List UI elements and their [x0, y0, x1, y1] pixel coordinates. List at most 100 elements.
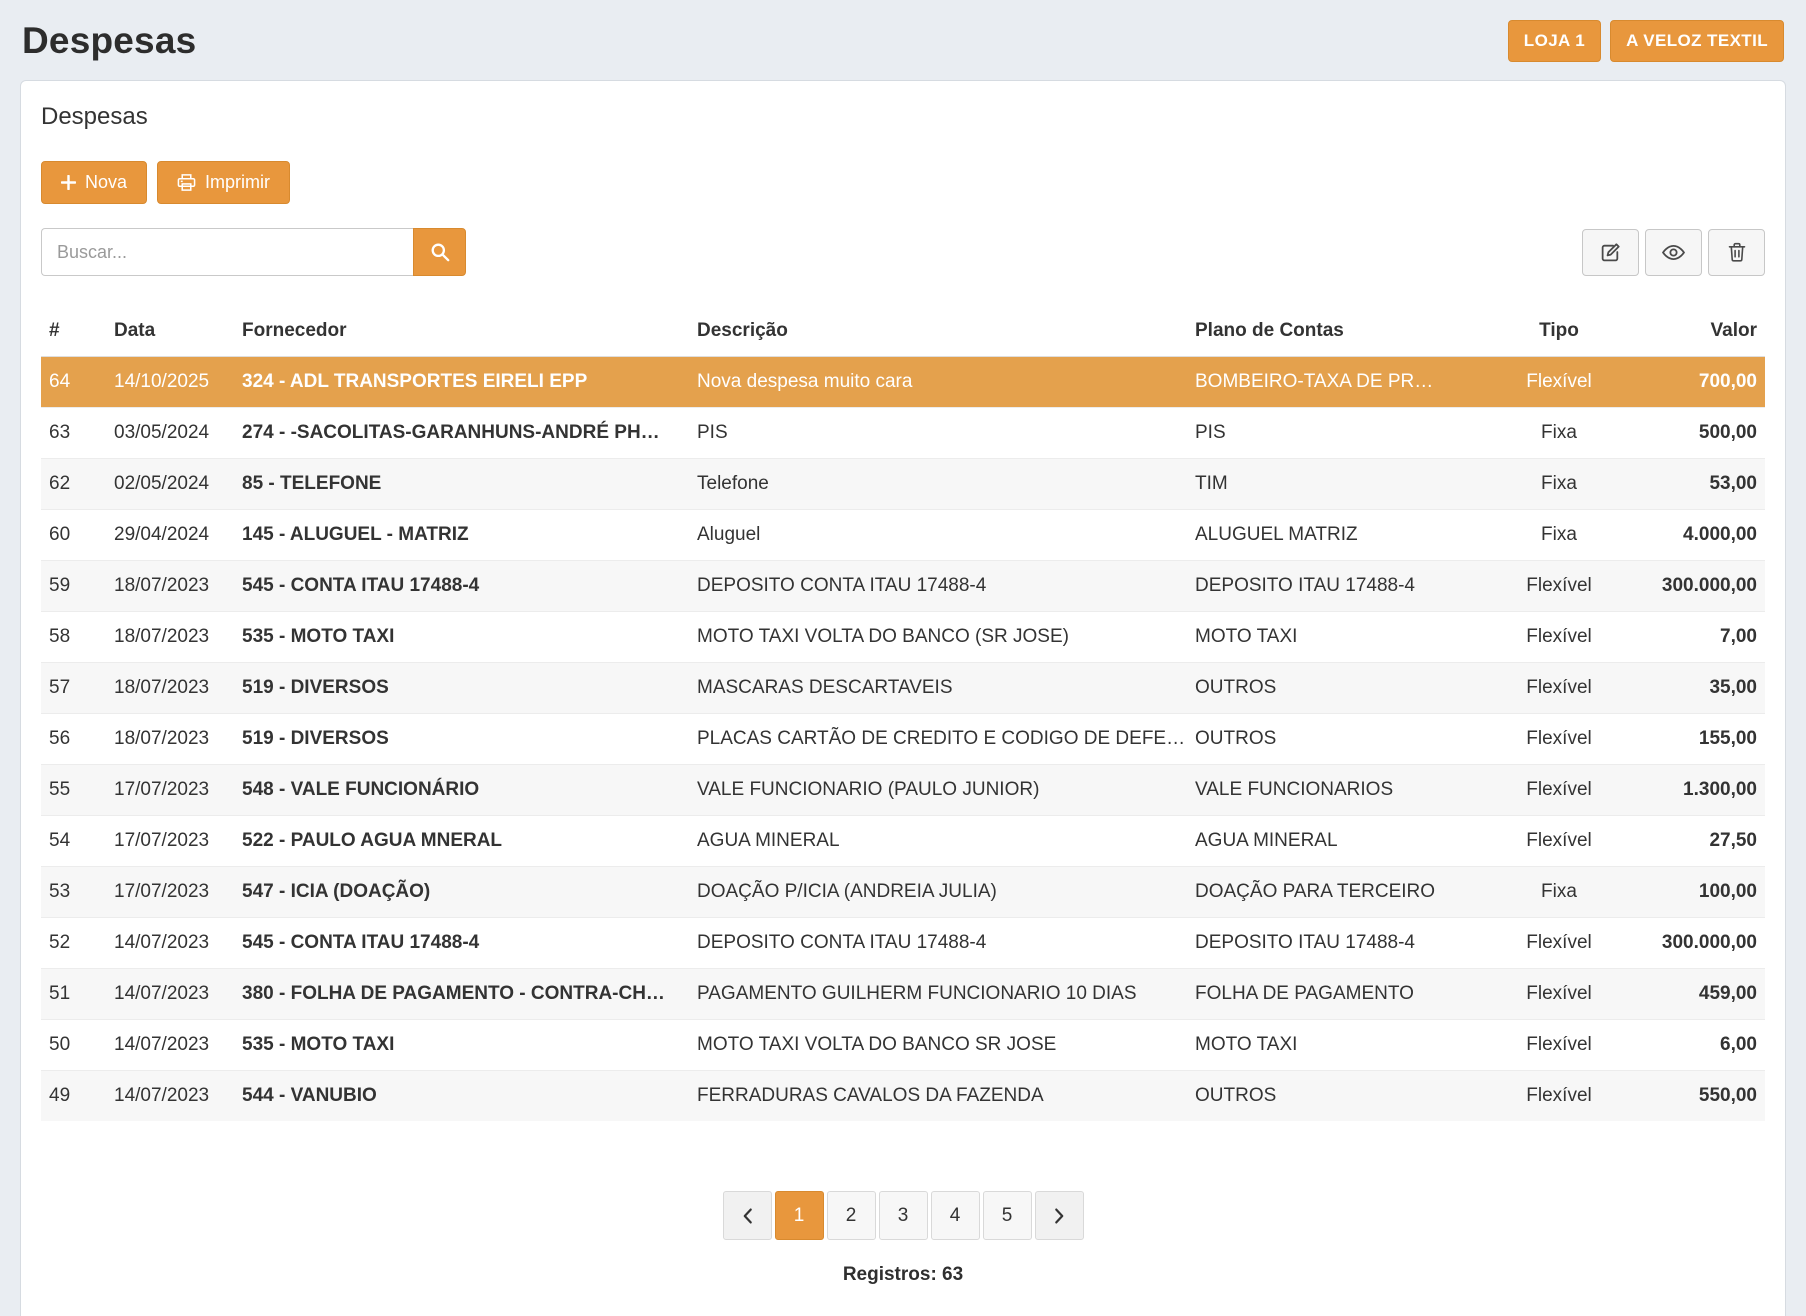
cell-data: 17/07/2023: [106, 765, 234, 816]
column-header-fornecedor: Fornecedor: [234, 308, 689, 357]
pagination-page-4[interactable]: 4: [931, 1191, 980, 1240]
cell-data: 17/07/2023: [106, 816, 234, 867]
cell-id: 50: [41, 1020, 106, 1071]
table-row[interactable]: 5214/07/2023545 - CONTA ITAU 17488-4DEPO…: [41, 918, 1765, 969]
pagination-page-3[interactable]: 3: [879, 1191, 928, 1240]
cell-tipo: Flexível: [1485, 1071, 1633, 1122]
cell-valor: 53,00: [1633, 459, 1765, 510]
eye-icon: [1662, 244, 1685, 261]
edit-button[interactable]: [1582, 229, 1639, 276]
table-row[interactable]: 6202/05/202485 - TELEFONETelefoneTIMFixa…: [41, 459, 1765, 510]
cell-descricao: Nova despesa muito cara: [689, 357, 1187, 408]
view-button[interactable]: [1645, 229, 1702, 276]
records-count: Registros: 63: [41, 1264, 1765, 1286]
cell-fornecedor: 545 - CONTA ITAU 17488-4: [234, 561, 689, 612]
cell-fornecedor: 519 - DIVERSOS: [234, 714, 689, 765]
pagination-prev-button[interactable]: [723, 1191, 772, 1240]
top-bar: Despesas LOJA 1 A VELOZ TEXTIL: [20, 0, 1786, 80]
cell-descricao: DEPOSITO CONTA ITAU 17488-4: [689, 561, 1187, 612]
pagination: 12345: [41, 1191, 1765, 1240]
cell-plano-de-contas: VALE FUNCIONARIOS: [1187, 765, 1485, 816]
plus-icon: [61, 175, 76, 190]
cell-fornecedor: 547 - ICIA (DOAÇÃO): [234, 867, 689, 918]
table-row[interactable]: 4914/07/2023544 - VANUBIOFERRADURAS CAVA…: [41, 1071, 1765, 1122]
page-title: Despesas: [22, 20, 196, 62]
pagination-page-2[interactable]: 2: [827, 1191, 876, 1240]
cell-descricao: PLACAS CARTÃO DE CREDITO E CODIGO DE DEF…: [689, 714, 1187, 765]
cell-plano-de-contas: BOMBEIRO-TAXA DE PR…: [1187, 357, 1485, 408]
pagination-next-button[interactable]: [1035, 1191, 1084, 1240]
column-header-id: #: [41, 308, 106, 357]
cell-plano-de-contas: OUTROS: [1187, 714, 1485, 765]
table-row[interactable]: 5718/07/2023519 - DIVERSOSMASCARAS DESCA…: [41, 663, 1765, 714]
cell-plano-de-contas: AGUA MINERAL: [1187, 816, 1485, 867]
store-badges: LOJA 1 A VELOZ TEXTIL: [1508, 20, 1784, 62]
cell-descricao: VALE FUNCIONARIO (PAULO JUNIOR): [689, 765, 1187, 816]
cell-plano-de-contas: PIS: [1187, 408, 1485, 459]
cell-plano-de-contas: DOAÇÃO PARA TERCEIRO: [1187, 867, 1485, 918]
store-badge-loja[interactable]: LOJA 1: [1508, 20, 1601, 62]
cell-fornecedor: 522 - PAULO AGUA MNERAL: [234, 816, 689, 867]
panel-title: Despesas: [41, 103, 1765, 131]
cell-valor: 7,00: [1633, 612, 1765, 663]
table-row[interactable]: 6303/05/2024274 - -SACOLITAS-GARANHUNS-A…: [41, 408, 1765, 459]
pagination-page-5[interactable]: 5: [983, 1191, 1032, 1240]
table-row[interactable]: 5114/07/2023380 - FOLHA DE PAGAMENTO - C…: [41, 969, 1765, 1020]
table-row[interactable]: 5417/07/2023522 - PAULO AGUA MNERALAGUA …: [41, 816, 1765, 867]
cell-descricao: MOTO TAXI VOLTA DO BANCO SR JOSE: [689, 1020, 1187, 1071]
cell-data: 18/07/2023: [106, 663, 234, 714]
cell-fornecedor: 545 - CONTA ITAU 17488-4: [234, 918, 689, 969]
cell-id: 60: [41, 510, 106, 561]
cell-data: 18/07/2023: [106, 714, 234, 765]
cell-tipo: Flexível: [1485, 969, 1633, 1020]
search-button[interactable]: [413, 228, 466, 276]
cell-descricao: AGUA MINERAL: [689, 816, 1187, 867]
print-button[interactable]: Imprimir: [157, 161, 290, 204]
cell-tipo: Fixa: [1485, 867, 1633, 918]
cell-tipo: Fixa: [1485, 408, 1633, 459]
cell-valor: 1.300,00: [1633, 765, 1765, 816]
cell-tipo: Flexível: [1485, 918, 1633, 969]
cell-descricao: Telefone: [689, 459, 1187, 510]
cell-descricao: PIS: [689, 408, 1187, 459]
print-label: Imprimir: [205, 172, 270, 193]
table-row[interactable]: 5014/07/2023535 - MOTO TAXIMOTO TAXI VOL…: [41, 1020, 1765, 1071]
new-expense-button[interactable]: Nova: [41, 161, 147, 204]
cell-valor: 35,00: [1633, 663, 1765, 714]
table-row[interactable]: 6029/04/2024145 - ALUGUEL - MATRIZAlugue…: [41, 510, 1765, 561]
toolbar: Nova Imprimir: [41, 161, 1765, 204]
table-row[interactable]: 5517/07/2023548 - VALE FUNCIONÁRIOVALE F…: [41, 765, 1765, 816]
cell-data: 14/07/2023: [106, 1020, 234, 1071]
cell-tipo: Flexível: [1485, 765, 1633, 816]
cell-fornecedor: 548 - VALE FUNCIONÁRIO: [234, 765, 689, 816]
pagination-page-1[interactable]: 1: [775, 1191, 824, 1240]
table-row[interactable]: 6414/10/2025324 - ADL TRANSPORTES EIRELI…: [41, 357, 1765, 408]
cell-fornecedor: 324 - ADL TRANSPORTES EIRELI EPP: [234, 357, 689, 408]
cell-descricao: Aluguel: [689, 510, 1187, 561]
delete-button[interactable]: [1708, 229, 1765, 276]
cell-fornecedor: 535 - MOTO TAXI: [234, 1020, 689, 1071]
table-row[interactable]: 5618/07/2023519 - DIVERSOSPLACAS CARTÃO …: [41, 714, 1765, 765]
chevron-left-icon: [742, 1207, 753, 1225]
table-row[interactable]: 5317/07/2023547 - ICIA (DOAÇÃO)DOAÇÃO P/…: [41, 867, 1765, 918]
cell-id: 51: [41, 969, 106, 1020]
cell-fornecedor: 145 - ALUGUEL - MATRIZ: [234, 510, 689, 561]
search-input[interactable]: [41, 228, 413, 276]
cell-tipo: Flexível: [1485, 357, 1633, 408]
cell-fornecedor: 380 - FOLHA DE PAGAMENTO - CONTRA-CH…: [234, 969, 689, 1020]
table-row[interactable]: 5818/07/2023535 - MOTO TAXIMOTO TAXI VOL…: [41, 612, 1765, 663]
table-row[interactable]: 5918/07/2023545 - CONTA ITAU 17488-4DEPO…: [41, 561, 1765, 612]
cell-tipo: Flexível: [1485, 663, 1633, 714]
cell-id: 62: [41, 459, 106, 510]
cell-data: 14/07/2023: [106, 1071, 234, 1122]
new-expense-label: Nova: [85, 172, 127, 193]
expenses-table: #DataFornecedorDescriçãoPlano de ContasT…: [41, 308, 1765, 1121]
cell-fornecedor: 519 - DIVERSOS: [234, 663, 689, 714]
cell-data: 14/07/2023: [106, 918, 234, 969]
cell-plano-de-contas: ALUGUEL MATRIZ: [1187, 510, 1485, 561]
column-header-plano-de-contas: Plano de Contas: [1187, 308, 1485, 357]
store-badge-company[interactable]: A VELOZ TEXTIL: [1610, 20, 1784, 62]
cell-id: 59: [41, 561, 106, 612]
cell-data: 14/07/2023: [106, 969, 234, 1020]
cell-id: 64: [41, 357, 106, 408]
